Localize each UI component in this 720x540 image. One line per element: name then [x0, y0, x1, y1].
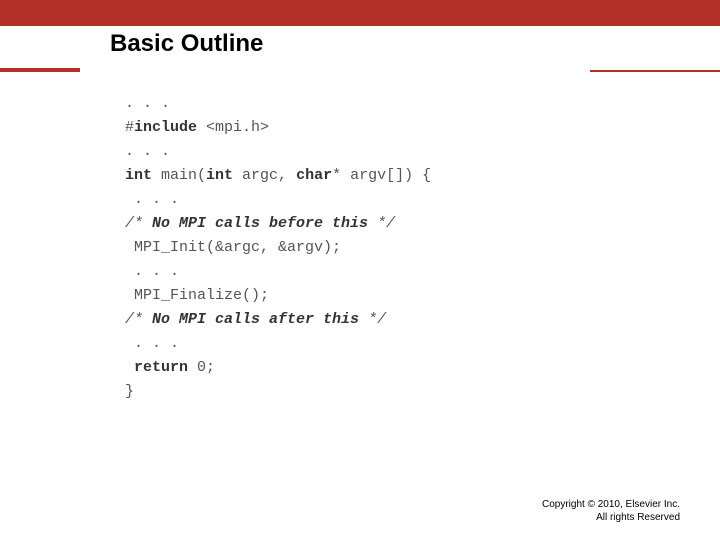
rule-left — [0, 68, 80, 72]
code-line: . . . — [125, 140, 605, 164]
code-line: #include <mpi.h> — [125, 116, 605, 140]
title-band — [0, 26, 720, 66]
code-line: /* No MPI calls before this */ — [125, 212, 605, 236]
code-line: MPI_Init(&argc, &argv); — [125, 236, 605, 260]
top-red-band — [0, 0, 720, 26]
code-line: return 0; — [125, 356, 605, 380]
code-line: /* No MPI calls after this */ — [125, 308, 605, 332]
rule-right — [590, 70, 720, 72]
code-line: . . . — [125, 260, 605, 284]
page-title: Basic Outline — [110, 30, 263, 58]
copyright-line2: All rights Reserved — [542, 512, 680, 525]
code-line: . . . — [125, 92, 605, 116]
copyright-line1: Copyright © 2010, Elsevier Inc. — [542, 499, 680, 512]
code-line: . . . — [125, 332, 605, 356]
code-block: . . .#include <mpi.h>. . .int main(int a… — [125, 92, 605, 404]
code-line: MPI_Finalize(); — [125, 284, 605, 308]
code-line: } — [125, 380, 605, 404]
code-line: int main(int argc, char* argv[]) { — [125, 164, 605, 188]
code-line: . . . — [125, 188, 605, 212]
copyright: Copyright © 2010, Elsevier Inc. All righ… — [542, 499, 680, 524]
